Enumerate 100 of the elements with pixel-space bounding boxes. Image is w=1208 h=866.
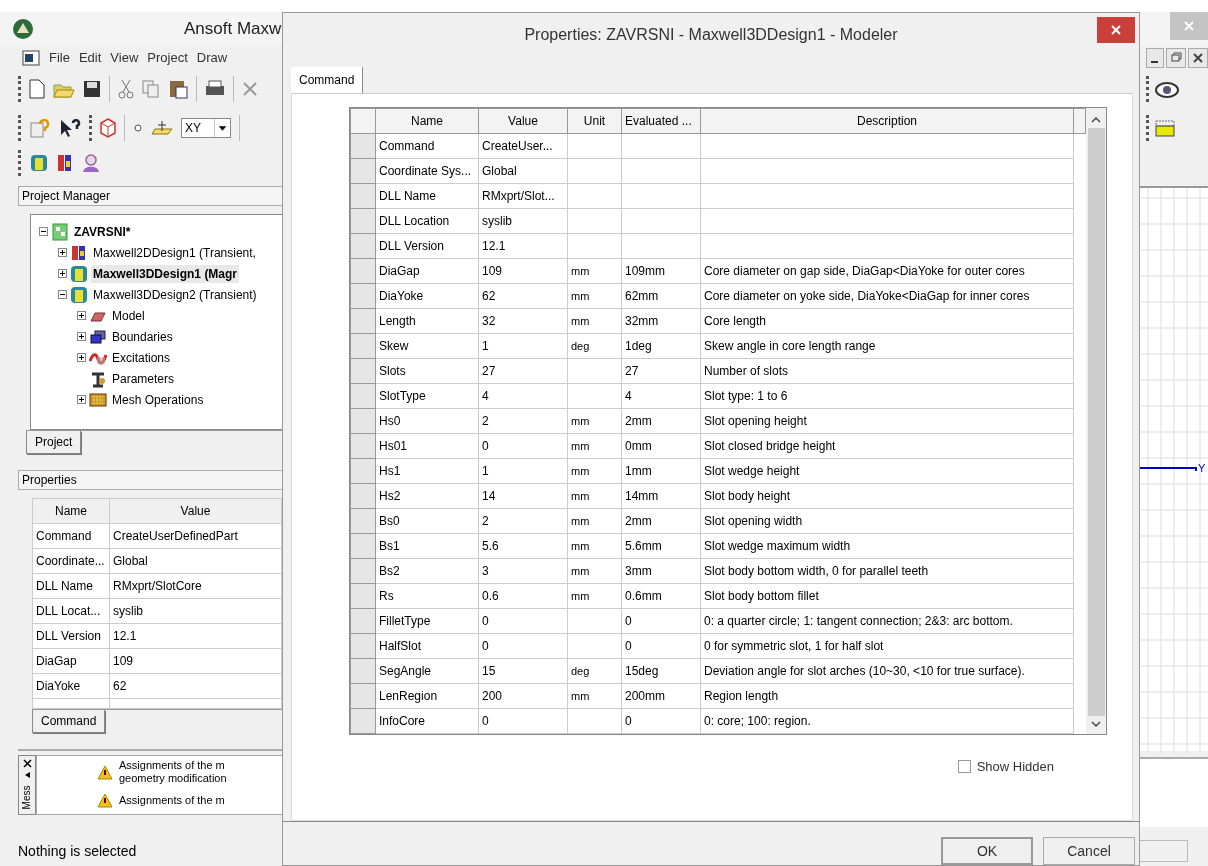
row-header[interactable] [350, 683, 376, 709]
row-header[interactable] [350, 258, 376, 284]
expand-toggle[interactable] [77, 353, 86, 362]
scroll-thumb[interactable] [1087, 128, 1105, 716]
toolbar-handle[interactable] [1146, 115, 1149, 141]
plane-dropdown[interactable]: XY [181, 118, 231, 138]
restore-icon[interactable] [1166, 48, 1186, 68]
row-header[interactable] [350, 358, 376, 384]
table-cell: InfoCore [375, 708, 479, 734]
panel-tab[interactable]: Command [32, 710, 106, 733]
cut-icon[interactable] [118, 79, 134, 99]
expand-toggle[interactable] [77, 332, 86, 341]
menu-item[interactable]: Project [147, 48, 188, 68]
panel-tab[interactable]: Project [26, 431, 82, 454]
person-icon[interactable] [81, 153, 101, 173]
print-icon[interactable] [205, 80, 225, 98]
row-header[interactable] [350, 233, 376, 259]
row-header[interactable] [350, 658, 376, 684]
tree-item[interactable]: Parameters [110, 369, 177, 388]
cancel-button[interactable]: Cancel [1043, 837, 1135, 865]
tree-item[interactable]: ZAVRSNI* [72, 222, 133, 241]
row-header[interactable] [350, 483, 376, 509]
expand-toggle[interactable] [77, 395, 86, 404]
tree-item[interactable]: Mesh Operations [110, 390, 206, 409]
triangle-left-icon[interactable] [23, 771, 31, 779]
table-cell: 32 [478, 308, 568, 334]
tree-item[interactable]: Model [110, 306, 147, 325]
row-header[interactable] [350, 458, 376, 484]
column-header[interactable]: Evaluated ... [621, 108, 701, 134]
expand-toggle[interactable] [77, 311, 86, 320]
tree-item[interactable]: Maxwell3DDesign1 (Magr [91, 264, 240, 283]
delete-icon[interactable] [242, 81, 258, 97]
tree-item[interactable]: Maxwell3DDesign2 (Transient) [91, 285, 259, 304]
row-header[interactable] [350, 383, 376, 409]
column-header[interactable]: Name [32, 498, 110, 524]
row-header[interactable] [350, 333, 376, 359]
design-2d-icon[interactable] [57, 153, 73, 173]
copy-icon[interactable] [142, 80, 160, 98]
expand-toggle[interactable] [58, 269, 67, 278]
help-icon[interactable] [29, 118, 51, 138]
tree-item[interactable]: Excitations [110, 348, 173, 367]
design-3d-icon[interactable] [29, 153, 49, 173]
chevron-up-icon[interactable] [1091, 116, 1101, 124]
row-header[interactable] [350, 308, 376, 334]
plane-icon[interactable] [151, 119, 173, 137]
tree-item[interactable]: Boundaries [110, 327, 175, 346]
column-header[interactable]: Unit [567, 108, 622, 134]
row-header[interactable] [350, 608, 376, 634]
eye-icon[interactable] [1155, 79, 1179, 99]
box-icon[interactable] [1155, 119, 1177, 137]
save-icon[interactable] [83, 80, 101, 98]
context-help-icon[interactable] [59, 118, 81, 138]
expand-toggle[interactable] [58, 248, 67, 257]
menu-item[interactable]: File [49, 48, 70, 68]
expand-toggle[interactable] [58, 290, 67, 299]
column-header[interactable]: Name [375, 108, 479, 134]
messages-tab[interactable]: Mess [18, 755, 36, 815]
row-header[interactable] [350, 283, 376, 309]
row-header[interactable] [350, 583, 376, 609]
toolbar-handle[interactable] [18, 150, 21, 176]
row-header[interactable] [350, 533, 376, 559]
ok-button[interactable]: OK [941, 837, 1033, 865]
table-cell: DiaGap [32, 648, 110, 674]
menu-item[interactable]: View [110, 48, 139, 68]
column-header[interactable]: Value [478, 108, 568, 134]
menu-item[interactable]: Edit [78, 48, 102, 68]
show-hidden-checkbox[interactable]: Show Hidden [957, 757, 1054, 777]
toolbar-handle[interactable] [1146, 76, 1149, 102]
row-header[interactable] [350, 208, 376, 234]
message-text: Assignments of the m geometry modification [119, 759, 227, 785]
row-header[interactable] [350, 433, 376, 459]
row-header[interactable] [350, 183, 376, 209]
row-header[interactable] [350, 708, 376, 734]
column-header[interactable]: Value [109, 498, 282, 524]
boundaries-icon [89, 327, 107, 346]
toolbar-handle[interactable] [89, 115, 92, 141]
row-header[interactable] [350, 158, 376, 184]
row-header[interactable] [350, 508, 376, 534]
menu-item[interactable]: Draw [196, 48, 228, 68]
close-button[interactable] [1097, 17, 1135, 43]
row-header[interactable] [350, 558, 376, 584]
point-icon[interactable] [133, 123, 143, 133]
minimize-icon[interactable] [1146, 48, 1164, 68]
cube-icon[interactable] [100, 118, 116, 138]
toolbar-handle[interactable] [18, 115, 21, 141]
new-file-icon[interactable] [29, 79, 45, 99]
table-cell: 5.6mm [621, 533, 701, 559]
window-title: Ansoft Maxw [184, 18, 282, 41]
column-header[interactable]: Description [700, 108, 1074, 134]
row-header[interactable] [350, 133, 376, 159]
tree-item[interactable]: Maxwell2DDesign1 (Transient, [91, 243, 258, 262]
paste-icon[interactable] [168, 79, 188, 99]
expand-toggle[interactable] [39, 227, 48, 236]
row-header[interactable] [350, 633, 376, 659]
close-icon[interactable] [1188, 48, 1208, 68]
toolbar-handle[interactable] [18, 76, 21, 102]
chevron-down-icon[interactable] [1091, 720, 1101, 728]
tab[interactable]: Command [291, 67, 364, 93]
row-header[interactable] [350, 408, 376, 434]
close-icon[interactable] [22, 759, 32, 768]
